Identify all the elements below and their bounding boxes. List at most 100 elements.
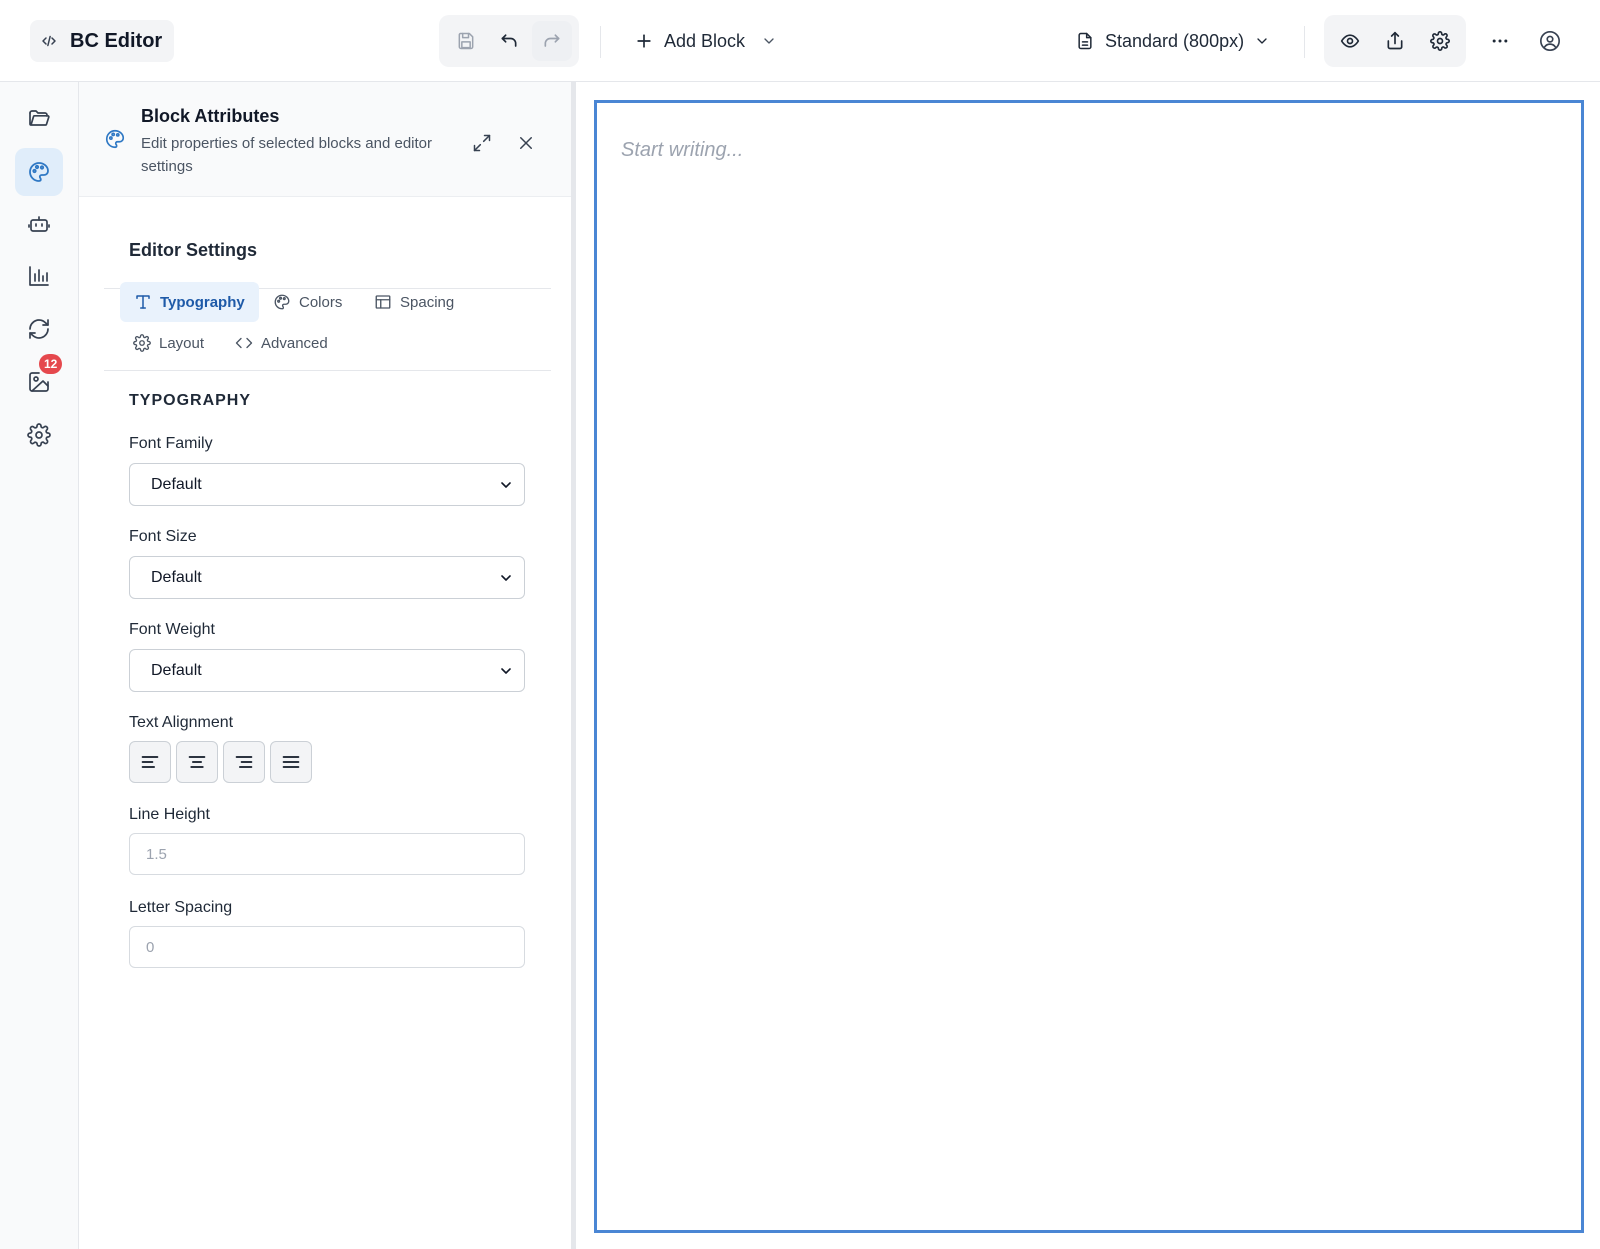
tab-label: Layout — [159, 334, 205, 352]
editor-canvas[interactable]: Start writing... — [594, 100, 1584, 1233]
align-left-button[interactable] — [129, 741, 171, 783]
tab-label: Advanced — [261, 334, 328, 352]
top-toolbar: BC Editor Add Block Standard (800px) — [0, 0, 1600, 82]
sidebar-item-attributes[interactable] — [15, 148, 63, 196]
app-brand[interactable]: BC Editor — [30, 20, 175, 62]
add-block-button[interactable]: Add Block — [634, 22, 777, 60]
font-family-label: Font Family — [129, 435, 213, 452]
app-title: BC Editor — [70, 29, 163, 52]
plus-icon — [634, 31, 654, 51]
undo-icon — [499, 31, 519, 51]
align-justify-button[interactable] — [270, 741, 312, 783]
tab-typography[interactable]: Typography — [120, 282, 259, 322]
refresh-icon — [27, 317, 51, 341]
font-size-label: Font Size — [129, 528, 197, 545]
chevron-down-icon — [761, 33, 777, 49]
block-attributes-panel: Block Attributes Edit properties of sele… — [79, 82, 576, 1249]
palette-icon — [273, 293, 291, 311]
save-button[interactable] — [446, 21, 486, 61]
folder-icon — [27, 106, 51, 130]
align-justify-icon — [281, 752, 301, 772]
add-block-label: Add Block — [664, 30, 746, 51]
font-size-select[interactable]: Default — [129, 556, 525, 599]
panel-title: Block Attributes — [141, 106, 280, 126]
tab-layout[interactable]: Layout — [119, 323, 218, 363]
chevron-down-icon — [498, 570, 514, 586]
share-icon — [1385, 31, 1405, 51]
align-left-icon — [140, 752, 160, 772]
robot-icon — [27, 212, 51, 236]
text-alignment-group — [129, 741, 312, 783]
code-icon — [235, 334, 253, 352]
section-title: Editor Settings — [129, 240, 258, 260]
sidebar-item-media[interactable]: 12 — [15, 354, 63, 406]
line-height-label: Line Height — [129, 806, 210, 823]
save-icon — [456, 31, 476, 51]
layout-icon — [374, 293, 392, 311]
font-weight-select[interactable]: Default — [129, 649, 525, 692]
user-circle-icon — [1539, 30, 1561, 52]
tab-spacing[interactable]: Spacing — [360, 282, 468, 322]
gear-icon — [133, 334, 151, 352]
page-width-label: Standard (800px) — [1105, 30, 1245, 51]
canvas-placeholder: Start writing... — [621, 139, 744, 161]
gear-icon — [27, 423, 51, 447]
sidebar-item-settings[interactable] — [15, 411, 63, 459]
toolbar-divider — [1304, 26, 1305, 58]
more-icon — [1490, 31, 1510, 51]
align-right-icon — [234, 752, 254, 772]
sidebar-item-ai[interactable] — [15, 200, 63, 248]
code-icon — [40, 32, 58, 50]
redo-icon — [542, 31, 562, 51]
tab-label: Colors — [299, 293, 343, 311]
history-controls — [439, 15, 579, 67]
sidebar-item-analytics[interactable] — [15, 252, 63, 300]
line-height-input[interactable] — [129, 833, 525, 875]
page-width-select[interactable]: Standard (800px) — [1075, 22, 1270, 60]
text-alignment-label: Text Alignment — [129, 714, 234, 731]
font-weight-value: Default — [151, 661, 202, 679]
palette-icon — [104, 128, 126, 150]
panel-header: Block Attributes Edit properties of sele… — [79, 82, 571, 197]
expand-icon — [472, 133, 492, 153]
share-button[interactable] — [1375, 21, 1415, 61]
redo-button[interactable] — [531, 21, 572, 61]
preview-button[interactable] — [1330, 21, 1370, 61]
toolbar-divider — [600, 26, 601, 58]
close-panel-button[interactable] — [509, 126, 543, 160]
font-family-value: Default — [151, 475, 202, 493]
eye-icon — [1340, 31, 1360, 51]
view-actions — [1324, 15, 1466, 67]
chevron-down-icon — [498, 663, 514, 679]
tab-colors[interactable]: Colors — [259, 282, 356, 322]
tab-advanced[interactable]: Advanced — [221, 323, 342, 363]
group-title: TYPOGRAPHY — [129, 392, 252, 409]
more-options-button[interactable] — [1480, 21, 1520, 61]
gear-icon — [1429, 31, 1450, 51]
palette-icon — [27, 160, 51, 184]
chevron-down-icon — [498, 477, 514, 493]
expand-panel-button[interactable] — [465, 126, 499, 160]
align-right-button[interactable] — [223, 741, 265, 783]
font-weight-label: Font Weight — [129, 621, 215, 638]
sidebar-item-files[interactable] — [15, 94, 63, 142]
chevron-down-icon — [1254, 33, 1270, 49]
font-family-select[interactable]: Default — [129, 463, 525, 506]
letter-spacing-label: Letter Spacing — [129, 899, 233, 916]
settings-button[interactable] — [1420, 21, 1460, 61]
letter-spacing-input[interactable] — [129, 926, 525, 968]
type-icon — [134, 293, 152, 311]
notification-badge: 12 — [39, 354, 63, 374]
close-icon — [517, 134, 535, 152]
sidebar-item-sync[interactable] — [15, 305, 63, 353]
undo-button[interactable] — [489, 21, 529, 61]
tab-label: Spacing — [400, 293, 455, 311]
align-center-icon — [187, 752, 207, 772]
tab-label: Typography — [160, 293, 245, 311]
font-size-value: Default — [151, 568, 202, 586]
user-menu-button[interactable] — [1530, 21, 1570, 61]
bar-chart-icon — [27, 264, 51, 288]
sidebar-rail: 12 — [0, 82, 79, 1249]
document-icon — [1075, 31, 1095, 51]
align-center-button[interactable] — [176, 741, 218, 783]
